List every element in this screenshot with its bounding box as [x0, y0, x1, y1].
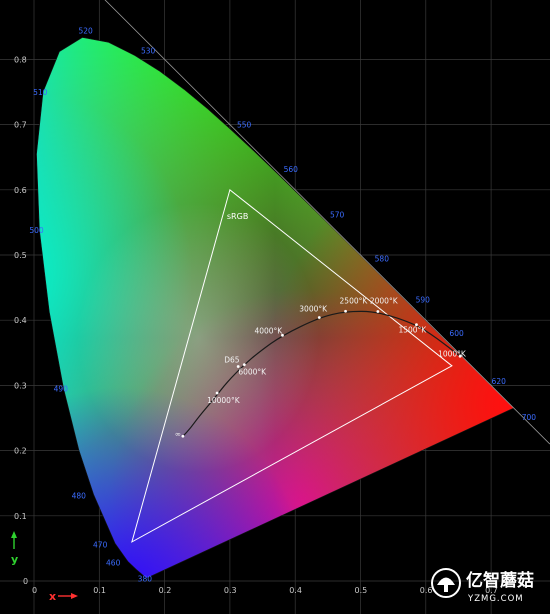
planckian-point	[242, 363, 246, 367]
x-tick-label: 0.5	[355, 586, 368, 595]
y-tick-label: 0.7	[14, 121, 27, 130]
planckian-point	[344, 309, 347, 313]
wavelength-label: 700	[522, 413, 537, 422]
watermark-subtitle: YZMG.COM	[467, 594, 524, 604]
x-tick-label: 0.4	[289, 586, 302, 595]
x-axis-label: x	[49, 590, 56, 603]
wavelength-label: 580	[375, 255, 390, 264]
wavelength-label: 510	[33, 88, 48, 97]
srgb-label: sRGB	[227, 212, 248, 221]
y-tick-label: 0.2	[14, 447, 27, 456]
y-tick-label: 0.6	[14, 186, 27, 195]
cie-chromaticity-diagram: sRGB ∞ 10000°K 6000°K D65 4000°K 3000°K 2500°K…	[0, 0, 550, 614]
x-tick-label: 0.1	[93, 586, 106, 595]
planckian-point	[376, 310, 380, 313]
planckian-label: ∞	[175, 429, 181, 438]
x-tick-label: 0.6	[420, 586, 433, 595]
planckian-label: 2500°K	[340, 296, 369, 305]
wavelength-label: 470	[93, 540, 108, 549]
planckian-point	[236, 365, 240, 368]
x-tick-label: 0.2	[159, 586, 172, 595]
y-tick-label: 0.3	[14, 381, 27, 390]
x-axis-indicator: x	[49, 590, 78, 603]
planckian-point	[317, 316, 321, 319]
x-tick-label: 0.3	[224, 586, 237, 595]
planckian-label: D65	[224, 355, 240, 364]
wavelength-label: 600	[449, 329, 464, 338]
mushroom-cap-icon	[437, 577, 455, 585]
y-tick-label: 0	[23, 577, 28, 586]
planckian-label: 6000°K	[238, 368, 267, 377]
wavelength-label: 380	[138, 575, 153, 584]
wavelength-label: 590	[416, 295, 431, 304]
wavelength-label: 550	[237, 121, 252, 130]
planckian-point	[181, 434, 185, 438]
planckian-label: 10000°K	[207, 396, 241, 405]
y-axis-indicator: y	[11, 531, 18, 566]
y-axis-label: y	[11, 553, 18, 566]
wavelength-label: 480	[72, 491, 87, 500]
watermark-title: 亿智蘑菇	[466, 570, 534, 591]
wavelength-label: 490	[54, 385, 69, 394]
locus-color-fill	[36, 37, 514, 578]
y-tick-label: 0.5	[14, 251, 27, 260]
wavelength-label: 570	[330, 210, 345, 219]
planckian-label: 2000°K	[370, 297, 399, 306]
wavelength-label: 460	[106, 559, 121, 568]
planckian-label: 4000°K	[254, 326, 283, 335]
planckian-label: 3000°K	[299, 305, 328, 314]
wavelength-label: 520	[79, 26, 94, 35]
watermark: 亿智蘑菇 YZMG.COM	[431, 568, 534, 604]
planckian-label: 1000°K	[438, 349, 467, 358]
x-tick-label: 0	[32, 586, 37, 595]
wavelength-label: 530	[141, 47, 156, 56]
planckian-point	[215, 391, 219, 395]
wavelength-label: 620	[492, 377, 507, 386]
wavelength-label: 500	[29, 226, 44, 235]
y-tick-label: 0.8	[14, 55, 27, 64]
wavelength-label: 560	[284, 165, 299, 174]
mushroom-stem-icon	[444, 585, 448, 592]
y-tick-label: 0.4	[14, 316, 27, 325]
planckian-label: 1500°K	[398, 326, 427, 335]
y-tick-label: 0.1	[14, 512, 27, 521]
